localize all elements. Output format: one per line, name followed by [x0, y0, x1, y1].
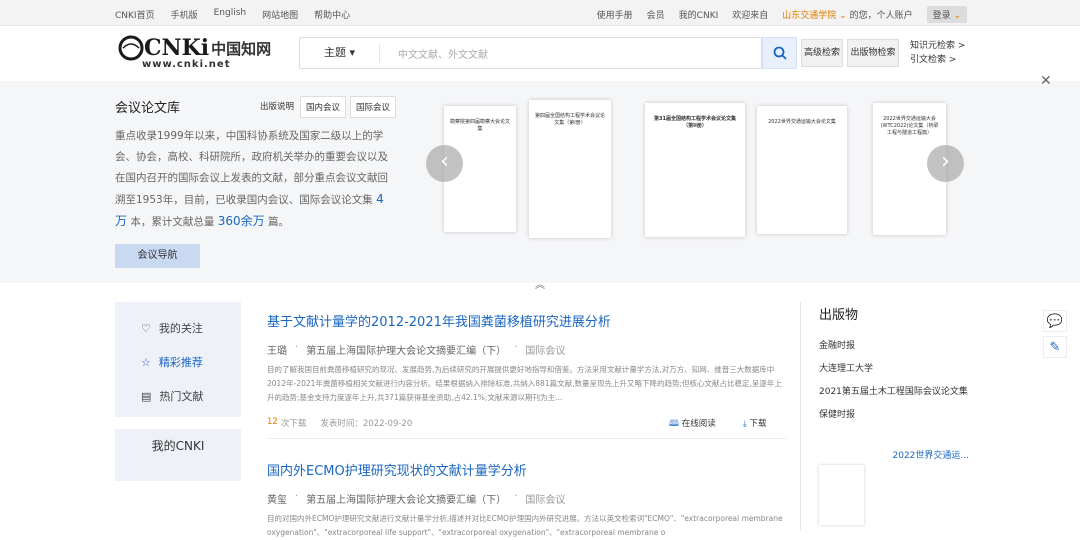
search-scope-select[interactable]: 主题 ▾ [300, 44, 380, 62]
search-box: 主题 ▾ 中文文献、外文文献 [299, 37, 762, 69]
read-online-button[interactable]: 🕮 在线阅读 [669, 417, 716, 432]
search-icon [773, 46, 787, 60]
download-count-label: 次下载 [280, 419, 307, 429]
logo-url: www.cnki.net [142, 59, 231, 70]
article-abstract: 目的了解我国目前粪菌移植研究的现况、发展趋势,为后续研究的开展提供更好地指导和借… [267, 365, 782, 402]
publish-date: 发表时间：2022-09-20 [320, 419, 413, 429]
hero-title: 会议论文库 [115, 101, 181, 116]
link-help[interactable]: 帮助中心 [314, 8, 350, 21]
top-bar: CNKI首页 手机版 English 网站地图 帮助中心 使用手册 会员 我的C… [0, 0, 1080, 26]
link-my-cnki[interactable]: 我的CNKI [679, 8, 719, 21]
featured-cover[interactable] [819, 465, 864, 525]
document-icon: ▤ [141, 389, 152, 403]
feedback-icon[interactable]: 💬 [1043, 310, 1067, 332]
publication-link[interactable]: 金融时报 [819, 340, 969, 353]
sidebar-item-recommend[interactable]: ☆ 精彩推荐 [115, 345, 241, 379]
divider [800, 302, 801, 531]
download-icon: ⤓ [743, 419, 747, 429]
search-input[interactable]: 中文文献、外文文献 [398, 46, 488, 61]
article-author[interactable]: 黄玺 [267, 491, 287, 506]
book-icon: 🕮 [669, 419, 680, 429]
list-item: 国内外ECMO护理研究现状的文献计量学分析 黄玺 · 第五届上海国际护理大会论文摘要… [267, 460, 787, 540]
featured-publication[interactable]: 2022世界交通运... [819, 448, 969, 525]
sidebar-item-follow[interactable]: ♡ 我的关注 [115, 311, 241, 345]
advanced-search-button[interactable]: 高级检索 [801, 39, 843, 67]
sidebar-item-hot[interactable]: ▤ 热门文献 [115, 379, 241, 413]
conference-nav-button[interactable]: 会议导航 [115, 244, 200, 268]
hero-description: 重点收录1999年以来，中国科协系统及国家二级以上的学会、协会，高校、科研院所，… [115, 130, 388, 228]
publications-list: 金融时报 大连理工大学 2021第五届土木工程国际会议论文集 保健时报 [819, 340, 969, 432]
tab-publication-note[interactable]: 出版说明 [258, 96, 296, 118]
publication-link[interactable]: 保健时报 [819, 409, 969, 422]
link-english[interactable]: English [214, 8, 247, 21]
knowledge-search-link[interactable]: 知识元检索 > [910, 39, 965, 53]
publication-search-button[interactable]: 出版物检索 [847, 39, 899, 67]
tab-domestic[interactable]: 国内会议 [300, 96, 347, 118]
org-name[interactable]: 山东交通学院 [782, 11, 836, 21]
sidebar: ♡ 我的关注 ☆ 精彩推荐 ▤ 热门文献 [115, 302, 241, 417]
header: CNKi 中国知网 www.cnki.net 主题 ▾ 中文文献、外文文献 高级… [0, 27, 1080, 81]
article-title[interactable]: 基于文献计量学的2012-2021年我国粪菌移植研究进展分析 [267, 311, 787, 330]
article-title[interactable]: 国内外ECMO护理研究现状的文献计量学分析 [267, 460, 787, 479]
collapse-up-icon[interactable]: ︽ [535, 276, 545, 291]
book-cover[interactable]: 第31届全国结构工程学术会议论文集（第II册） [645, 103, 745, 237]
welcome-text: 欢迎来自 [732, 11, 769, 21]
edit-icon[interactable]: ✎ [1043, 336, 1067, 358]
login-button[interactable]: 登录 ⌄ [926, 6, 967, 23]
logo-mark: CNKi [144, 35, 210, 61]
carousel-prev-icon[interactable]: ‹ [426, 145, 463, 182]
chevron-down-icon: ⌄ [950, 11, 961, 21]
publications-title: 出版物 [819, 308, 859, 323]
link-home[interactable]: CNKI首页 [115, 8, 155, 21]
article-source[interactable]: 第五届上海国际护理大会论文摘要汇编（下） [306, 342, 506, 357]
article-source[interactable]: 第五届上海国际护理大会论文摘要汇编（下） [306, 491, 506, 506]
publication-link[interactable]: 大连理工大学 [819, 363, 969, 376]
article-type: 国际会议 [525, 346, 566, 357]
chevron-down-icon[interactable]: ⌄ [836, 11, 847, 21]
cnki-globe-icon [118, 35, 144, 61]
list-item: 基于文献计量学的2012-2021年我国粪菌移植研究进展分析 王璐 · 第五届上海国… [267, 311, 787, 431]
link-manual[interactable]: 使用手册 [597, 8, 633, 21]
link-mobile[interactable]: 手机版 [171, 8, 198, 21]
download-count: 12 [267, 417, 278, 427]
search-button[interactable] [762, 37, 797, 69]
book-cover[interactable]: 2022世界交通运输大会论文集 [757, 106, 847, 234]
carousel-next-icon[interactable]: › [927, 145, 964, 182]
book-cover[interactable]: 第四届全国结构工程学术会议论文集（第I册） [529, 100, 611, 238]
logo-cn: 中国知网 [211, 39, 272, 58]
article-abstract: 目的对国内外ECMO护理研究文献进行文献计量学分析,描述并对比ECMO护理国内外… [267, 514, 783, 537]
heart-icon: ♡ [141, 321, 151, 335]
my-cnki-panel[interactable]: 我的CNKI [115, 429, 241, 481]
publication-link[interactable]: 2021第五届土木工程国际会议论文集 [819, 386, 969, 399]
tab-international[interactable]: 国际会议 [350, 96, 397, 118]
account-text: 的您，个人账户 [849, 11, 913, 21]
star-icon: ☆ [141, 355, 151, 369]
divider [267, 438, 787, 439]
cnki-logo[interactable]: CNKi 中国知网 www.cnki.net [118, 35, 272, 70]
close-icon[interactable]: ✕ [1040, 73, 1052, 89]
citation-search-link[interactable]: 引文检索 > [910, 53, 965, 67]
link-sitemap[interactable]: 网站地图 [262, 8, 298, 21]
link-member[interactable]: 会员 [647, 8, 665, 21]
article-type: 国际会议 [525, 495, 566, 506]
article-author[interactable]: 王璐 [267, 342, 287, 357]
download-button[interactable]: ⤓ 下载 [743, 417, 766, 429]
